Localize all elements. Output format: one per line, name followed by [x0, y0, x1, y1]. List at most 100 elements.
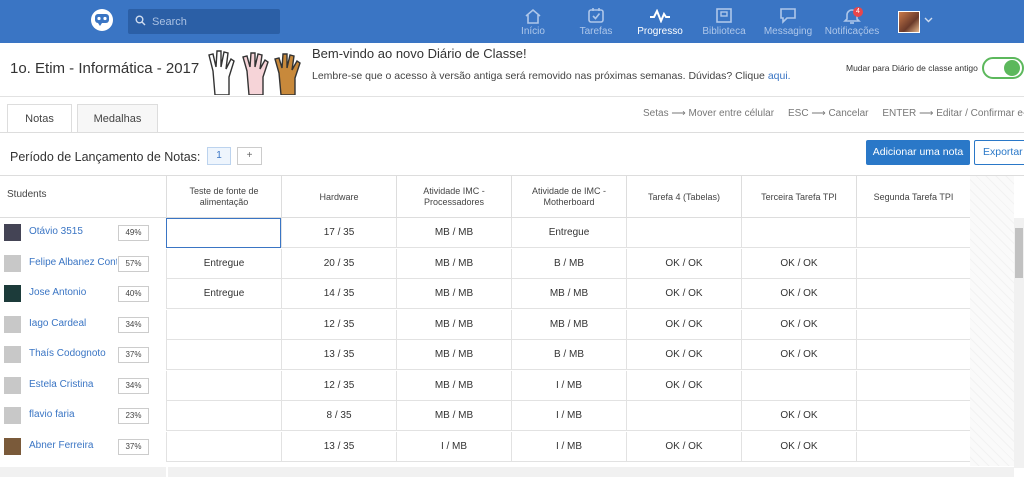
grade-cell[interactable]: OK / OK — [626, 309, 741, 340]
grade-cell[interactable]: OK / OK — [626, 431, 741, 462]
grade-cell[interactable] — [856, 431, 970, 462]
search-box[interactable] — [128, 9, 280, 34]
grade-cell[interactable]: OK / OK — [626, 248, 741, 279]
grade-cell[interactable]: B / MB — [511, 248, 626, 279]
grade-cell[interactable]: OK / OK — [741, 340, 856, 370]
grade-cell[interactable]: OK / OK — [741, 309, 856, 340]
column-header[interactable]: Atividade IMC - Processadores — [396, 176, 511, 218]
nav-messaging[interactable]: Messaging — [763, 6, 813, 40]
grade-cell[interactable]: OK / OK — [741, 248, 856, 279]
chevron-down-icon[interactable] — [924, 17, 933, 23]
nav-biblioteca[interactable]: Biblioteca — [702, 6, 746, 40]
grade-cell[interactable] — [166, 401, 281, 431]
grade-cell[interactable]: MB / MB — [511, 309, 626, 340]
add-period-button[interactable]: + — [237, 147, 262, 165]
grade-cell[interactable]: I / MB — [511, 401, 626, 431]
grade-cell[interactable]: I / MB — [396, 431, 511, 462]
column-header[interactable]: Hardware — [281, 176, 396, 218]
grade-cell[interactable] — [856, 401, 970, 431]
student-name-link[interactable]: Thaís Codognoto — [29, 348, 117, 359]
grade-cell[interactable]: 17 / 35 — [281, 218, 396, 248]
grade-cell[interactable]: MB / MB — [396, 340, 511, 370]
grade-cell[interactable]: OK / OK — [741, 431, 856, 462]
student-name-link[interactable]: flavio faria — [29, 409, 117, 420]
user-avatar[interactable] — [898, 11, 920, 33]
grade-cell[interactable]: MB / MB — [396, 370, 511, 401]
help-link[interactable]: aqui. — [768, 70, 791, 82]
grade-cell[interactable]: OK / OK — [626, 279, 741, 309]
grade-cell[interactable]: I / MB — [511, 431, 626, 462]
grade-cell[interactable]: MB / MB — [396, 248, 511, 279]
grade-cell[interactable]: 13 / 35 — [281, 431, 396, 462]
grade-cell[interactable] — [856, 340, 970, 370]
grade-cell[interactable]: 14 / 35 — [281, 279, 396, 309]
column-header[interactable]: Tarefa 4 (Tabelas) — [626, 176, 741, 218]
grade-cell[interactable] — [166, 370, 281, 401]
student-percentage: 57% — [118, 255, 149, 272]
nav-tarefas[interactable]: Tarefas — [575, 6, 617, 40]
grade-cell[interactable] — [626, 401, 741, 431]
nav-notificacoes[interactable]: 4 Notificações — [824, 6, 880, 40]
student-row: Thaís Codognoto 37% — [0, 340, 166, 370]
grade-cell[interactable]: 8 / 35 — [281, 401, 396, 431]
grade-cell[interactable]: Entregue — [166, 248, 281, 279]
period-1-button[interactable]: 1 — [207, 147, 231, 165]
vertical-scrollbar-thumb[interactable] — [1015, 228, 1023, 278]
tab-medalhas[interactable]: Medalhas — [77, 104, 158, 132]
grade-cell[interactable]: Entregue — [166, 279, 281, 309]
grade-cell[interactable]: 12 / 35 — [281, 370, 396, 401]
grade-cell[interactable] — [166, 340, 281, 370]
grade-cell[interactable]: 13 / 35 — [281, 340, 396, 370]
student-name-link[interactable]: Otávio 3515 — [29, 226, 117, 237]
grade-cell[interactable]: OK / OK — [626, 340, 741, 370]
student-name-link[interactable]: Felipe Albanez Cont — [29, 257, 117, 268]
grade-cell[interactable]: 20 / 35 — [281, 248, 396, 279]
student-name-link[interactable]: Jose Antonio — [29, 287, 117, 298]
column-header[interactable]: Terceira Tarefa TPI — [741, 176, 856, 218]
grade-cell[interactable] — [856, 370, 970, 401]
grade-cell[interactable] — [856, 279, 970, 309]
grade-cell[interactable] — [166, 431, 281, 462]
grade-cell[interactable] — [856, 218, 970, 248]
column-header[interactable]: Teste de fonte de alimentação — [166, 176, 281, 218]
student-name-link[interactable]: Estela Cristina — [29, 379, 117, 390]
search-input[interactable] — [152, 9, 276, 34]
nav-progresso[interactable]: Progresso — [636, 6, 684, 40]
grade-cell[interactable] — [856, 309, 970, 340]
nav-biblioteca-label: Biblioteca — [702, 26, 746, 37]
grade-cell[interactable]: MB / MB — [396, 401, 511, 431]
column-header[interactable]: Segunda Tarefa TPI — [856, 176, 970, 218]
column-header[interactable]: Atividade de IMC - Motherboard — [511, 176, 626, 218]
grade-cell[interactable] — [626, 218, 741, 248]
progress-icon — [650, 8, 670, 23]
grade-cell[interactable]: I / MB — [511, 370, 626, 401]
grade-cell[interactable]: OK / OK — [741, 401, 856, 431]
grade-cell[interactable] — [166, 218, 281, 248]
grade-cell[interactable]: MB / MB — [396, 218, 511, 248]
tab-notas[interactable]: Notas — [7, 104, 72, 133]
grade-cell[interactable] — [741, 370, 856, 401]
grade-cell[interactable] — [166, 309, 281, 340]
vertical-scrollbar[interactable] — [1014, 218, 1024, 468]
students-horizontal-scrollbar[interactable] — [0, 467, 166, 477]
old-gradebook-toggle[interactable] — [982, 57, 1024, 79]
add-grade-button[interactable]: Adicionar uma nota — [866, 140, 970, 165]
grades-horizontal-scrollbar[interactable] — [168, 467, 1014, 477]
edmodo-logo-icon[interactable] — [91, 9, 113, 31]
grade-cell[interactable] — [741, 218, 856, 248]
grade-cell[interactable]: MB / MB — [396, 279, 511, 309]
grade-cell[interactable]: Entregue — [511, 218, 626, 248]
grade-cell[interactable]: B / MB — [511, 340, 626, 370]
student-row: Felipe Albanez Cont 57% — [0, 249, 166, 279]
welcome-text-body: Lembre-se que o acesso à versão antiga s… — [312, 70, 768, 82]
export-button[interactable]: Exportar — [974, 140, 1024, 165]
grade-cell[interactable]: OK / OK — [626, 370, 741, 401]
grade-cell[interactable]: MB / MB — [396, 309, 511, 340]
grade-cell[interactable]: MB / MB — [511, 279, 626, 309]
grade-cell[interactable]: 12 / 35 — [281, 309, 396, 340]
grade-cell[interactable] — [856, 248, 970, 279]
student-name-link[interactable]: Iago Cardeal — [29, 318, 117, 329]
nav-home[interactable]: Início — [512, 6, 554, 40]
grade-cell[interactable]: OK / OK — [741, 279, 856, 309]
student-name-link[interactable]: Abner Ferreira — [29, 440, 117, 451]
